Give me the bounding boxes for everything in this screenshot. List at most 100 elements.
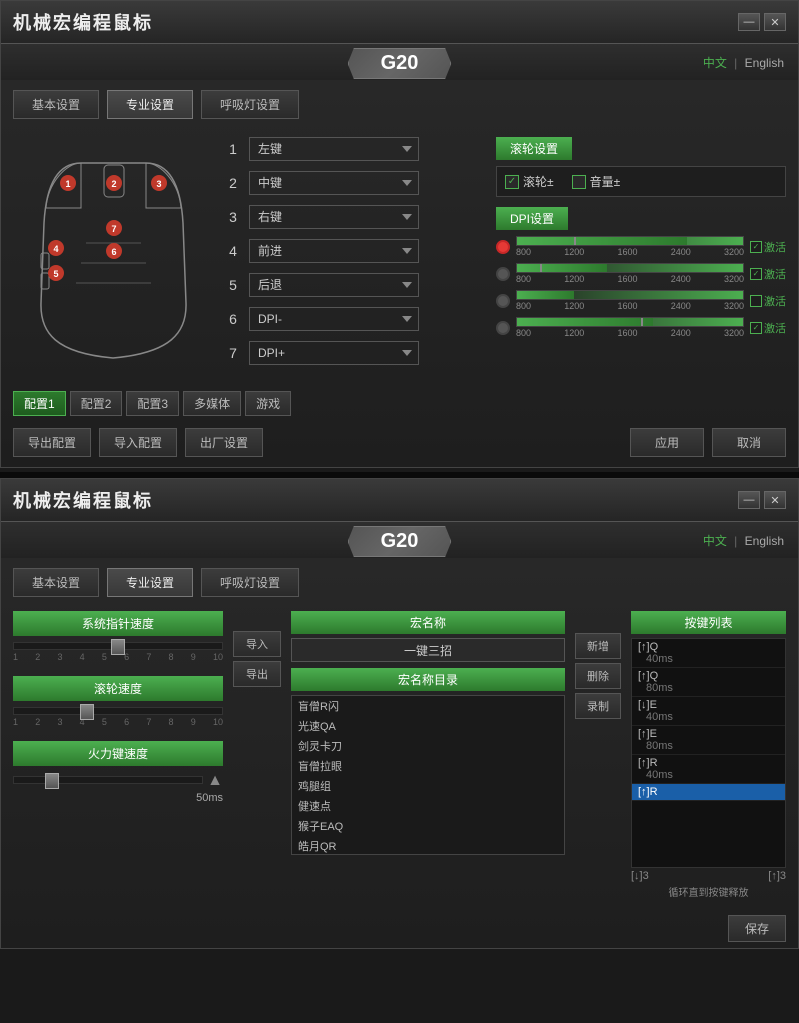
tab-light-2[interactable]: 呼吸灯设置 — [201, 568, 299, 597]
dpi-activate-1: 激活 — [750, 239, 786, 255]
fire-speed-section: 火力键速度 ▲ 50ms — [13, 741, 223, 804]
mapping-select-7[interactable]: DPI+ — [249, 341, 419, 365]
scroll-cb-1[interactable] — [505, 175, 519, 189]
close-button-1[interactable]: ✕ — [764, 13, 786, 31]
profile-btn-1[interactable]: 配置1 — [13, 391, 66, 416]
save-btn[interactable]: 保存 — [728, 915, 786, 942]
dpi-slider-2[interactable]: 800 1200 1600 2400 3200 — [516, 263, 744, 284]
mapping-num-4: 4 — [225, 243, 241, 259]
mouse-diagram: 1 2 3 4 5 6 — [26, 133, 201, 373]
import-btn[interactable]: 导入 — [233, 631, 281, 657]
lang-cn-2[interactable]: 中文 — [703, 534, 727, 548]
macro-item-4[interactable]: 鸡腿组 — [292, 776, 564, 796]
mapping-num-2: 2 — [225, 175, 241, 191]
record-macro-btn[interactable]: 录制 — [575, 693, 621, 719]
dpi-cb-2[interactable] — [750, 268, 762, 280]
key-item-2[interactable]: [↓]E 40ms — [632, 697, 785, 726]
dpi-slider-4[interactable]: 800 1200 1600 2400 3200 — [516, 317, 744, 338]
mapping-row-6: 6 DPI- — [225, 307, 484, 331]
tab-light-1[interactable]: 呼吸灯设置 — [201, 90, 299, 119]
mapping-num-7: 7 — [225, 345, 241, 361]
tabs-row-1: 基本设置 专业设置 呼吸灯设置 — [1, 80, 798, 125]
lang-sep-2: | — [734, 534, 737, 548]
mapping-select-5[interactable]: 后退 — [249, 273, 419, 297]
mapping-select-1[interactable]: 左键 — [249, 137, 419, 161]
scroll-speed-track[interactable] — [13, 707, 223, 715]
profile-btn-2[interactable]: 配置2 — [70, 391, 123, 416]
fire-speed-track[interactable] — [13, 776, 203, 784]
fire-arrow-icon: ▲ — [207, 772, 223, 790]
key-item-0[interactable]: [↑]Q 40ms — [632, 639, 785, 668]
lang-en-2[interactable]: English — [745, 534, 784, 548]
dpi-cb-4[interactable] — [750, 322, 762, 334]
mapping-select-3[interactable]: 右键 — [249, 205, 419, 229]
g20-badge-1: G20 — [348, 48, 452, 79]
lang-en-1[interactable]: English — [745, 56, 784, 70]
dpi-cb-3[interactable] — [750, 295, 762, 307]
macro-item-1[interactable]: 光速QA — [292, 716, 564, 736]
right-col: 按键列表 [↑]Q 40ms [↑]Q 80ms [↓]E 40ms [↑]E … — [631, 611, 786, 901]
macro-item-5[interactable]: 健速点 — [292, 796, 564, 816]
macro-col: 宏名称 宏名称目录 盲僧R闪 光速QA 剑灵卡刀 盲僧拉眼 鸡腿组 健速点 猴子… — [291, 611, 565, 901]
factory-reset-btn[interactable]: 出厂设置 — [185, 428, 263, 457]
scroll-check-1: 滚轮± — [505, 173, 554, 190]
dpi-slider-1[interactable]: 800 1200 1600 2400 3200 — [516, 236, 744, 257]
mapping-select-4[interactable]: 前进 — [249, 239, 419, 263]
dpi-fill-2 — [517, 264, 607, 272]
dpi-activate-label-4: 激活 — [764, 320, 786, 336]
profile-btn-3[interactable]: 配置3 — [126, 391, 179, 416]
dpi-cb-1[interactable] — [750, 241, 762, 253]
key-item-1[interactable]: [↑]Q 80ms — [632, 668, 785, 697]
scroll-speed-label: 滚轮速度 — [13, 676, 223, 701]
tab-pro-2[interactable]: 专业设置 — [107, 568, 193, 597]
profile-btn-media[interactable]: 多媒体 — [183, 391, 241, 416]
action-row-1: 导出配置 导入配置 出厂设置 应用 取消 — [1, 422, 798, 467]
lang-cn-1[interactable]: 中文 — [703, 56, 727, 70]
svg-text:4: 4 — [53, 244, 58, 254]
import-config-btn[interactable]: 导入配置 — [99, 428, 177, 457]
macro-item-2[interactable]: 剑灵卡刀 — [292, 736, 564, 756]
add-macro-btn[interactable]: 新增 — [575, 633, 621, 659]
dpi-activate-label-3: 激活 — [764, 293, 786, 309]
key-item-4[interactable]: [↑]R 40ms — [632, 755, 785, 784]
export-config-btn[interactable]: 导出配置 — [13, 428, 91, 457]
key-item-5[interactable]: [↑]R — [632, 784, 785, 801]
dpi-activate-4: 激活 — [750, 320, 786, 336]
close-button-2[interactable]: ✕ — [764, 491, 786, 509]
scroll-cb-2[interactable] — [572, 175, 586, 189]
tab-basic-1[interactable]: 基本设置 — [13, 90, 99, 119]
pointer-speed-thumb[interactable] — [111, 639, 125, 655]
mapping-select-2[interactable]: 中键 — [249, 171, 419, 195]
macro-item-6[interactable]: 猴子EAQ — [292, 816, 564, 836]
macro-item-3[interactable]: 盲僧拉眼 — [292, 756, 564, 776]
scroll-speed-section: 滚轮速度 12345678910 — [13, 676, 223, 727]
svg-text:6: 6 — [111, 247, 116, 257]
scroll-speed-thumb[interactable] — [80, 704, 94, 720]
minimize-button-2[interactable]: — — [738, 491, 760, 509]
scroll-checkboxes: 滚轮± 音量± — [505, 173, 777, 190]
key-item-3[interactable]: [↑]E 80ms — [632, 726, 785, 755]
minimize-button-1[interactable]: — — [738, 13, 760, 31]
tab-basic-2[interactable]: 基本设置 — [13, 568, 99, 597]
dpi-labels-4: 800 1200 1600 2400 3200 — [516, 328, 744, 338]
macro-list-label: 宏名称目录 — [291, 668, 565, 691]
model-badge-2: G20 — [381, 530, 419, 552]
macro-item-7[interactable]: 皓月QR — [292, 836, 564, 855]
cancel-btn[interactable]: 取消 — [712, 428, 786, 457]
apply-btn[interactable]: 应用 — [630, 428, 704, 457]
window-controls-2: — ✕ — [738, 491, 786, 509]
delete-macro-btn[interactable]: 删除 — [575, 663, 621, 689]
mapping-select-6[interactable]: DPI- — [249, 307, 419, 331]
tab-pro-1[interactable]: 专业设置 — [107, 90, 193, 119]
dpi-track-3 — [516, 290, 744, 300]
export-btn[interactable]: 导出 — [233, 661, 281, 687]
fire-speed-ms-label: 50ms — [13, 792, 223, 804]
macro-name-input[interactable] — [291, 638, 565, 662]
dpi-slider-3[interactable]: 800 1200 1600 2400 3200 — [516, 290, 744, 311]
macro-item-0[interactable]: 盲僧R闪 — [292, 696, 564, 716]
fire-speed-thumb[interactable] — [45, 773, 59, 789]
fire-ms-value: 50ms — [196, 792, 223, 804]
pointer-speed-track[interactable] — [13, 642, 223, 650]
fire-speed-row: ▲ — [13, 772, 223, 790]
profile-btn-game[interactable]: 游戏 — [245, 391, 291, 416]
